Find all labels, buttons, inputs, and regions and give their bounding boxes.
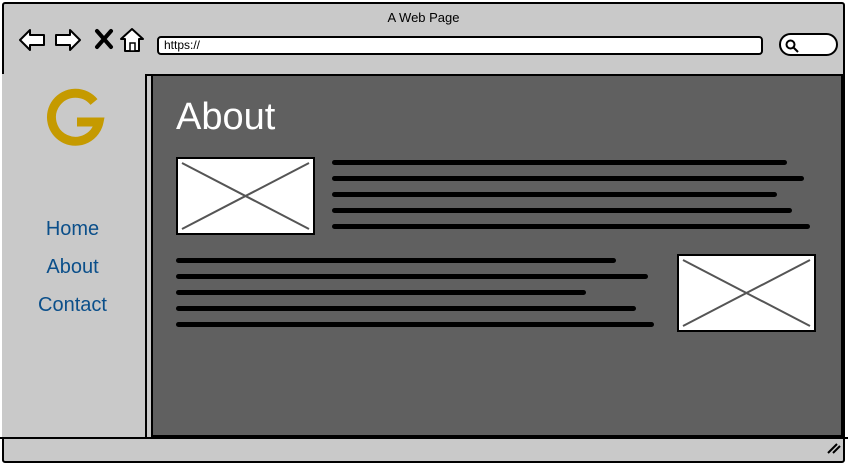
search-box[interactable] [779,33,838,56]
url-bar[interactable]: https:// [157,36,763,55]
scribble-text-line [176,258,616,263]
resize-grip-icon[interactable] [826,441,842,460]
scribble-text-line [332,208,792,213]
home-icon[interactable] [118,26,146,54]
scribble-text-line [332,224,810,229]
page-title: About [176,96,276,138]
sidebar-item-about[interactable]: About [0,256,145,279]
arrow-right-icon[interactable] [54,26,82,54]
window-title: A Web Page [387,10,460,25]
status-bar-divider [0,437,848,439]
g-logo-icon [44,88,106,155]
sidebar-item-contact[interactable]: Contact [0,294,145,317]
scribble-text-line [176,322,654,327]
arrow-left-icon[interactable] [18,26,46,54]
sidebar-item-home[interactable]: Home [0,218,145,241]
scribble-text-line [332,176,804,181]
scribble-text-line [332,160,787,165]
close-icon[interactable] [92,26,120,54]
image-placeholder [176,157,315,235]
search-icon [785,39,799,53]
scribble-text-line [176,306,636,311]
image-placeholder [677,254,816,332]
scribble-text-line [176,274,648,279]
scribble-text-line [332,192,777,197]
scribble-text-line [176,290,586,295]
